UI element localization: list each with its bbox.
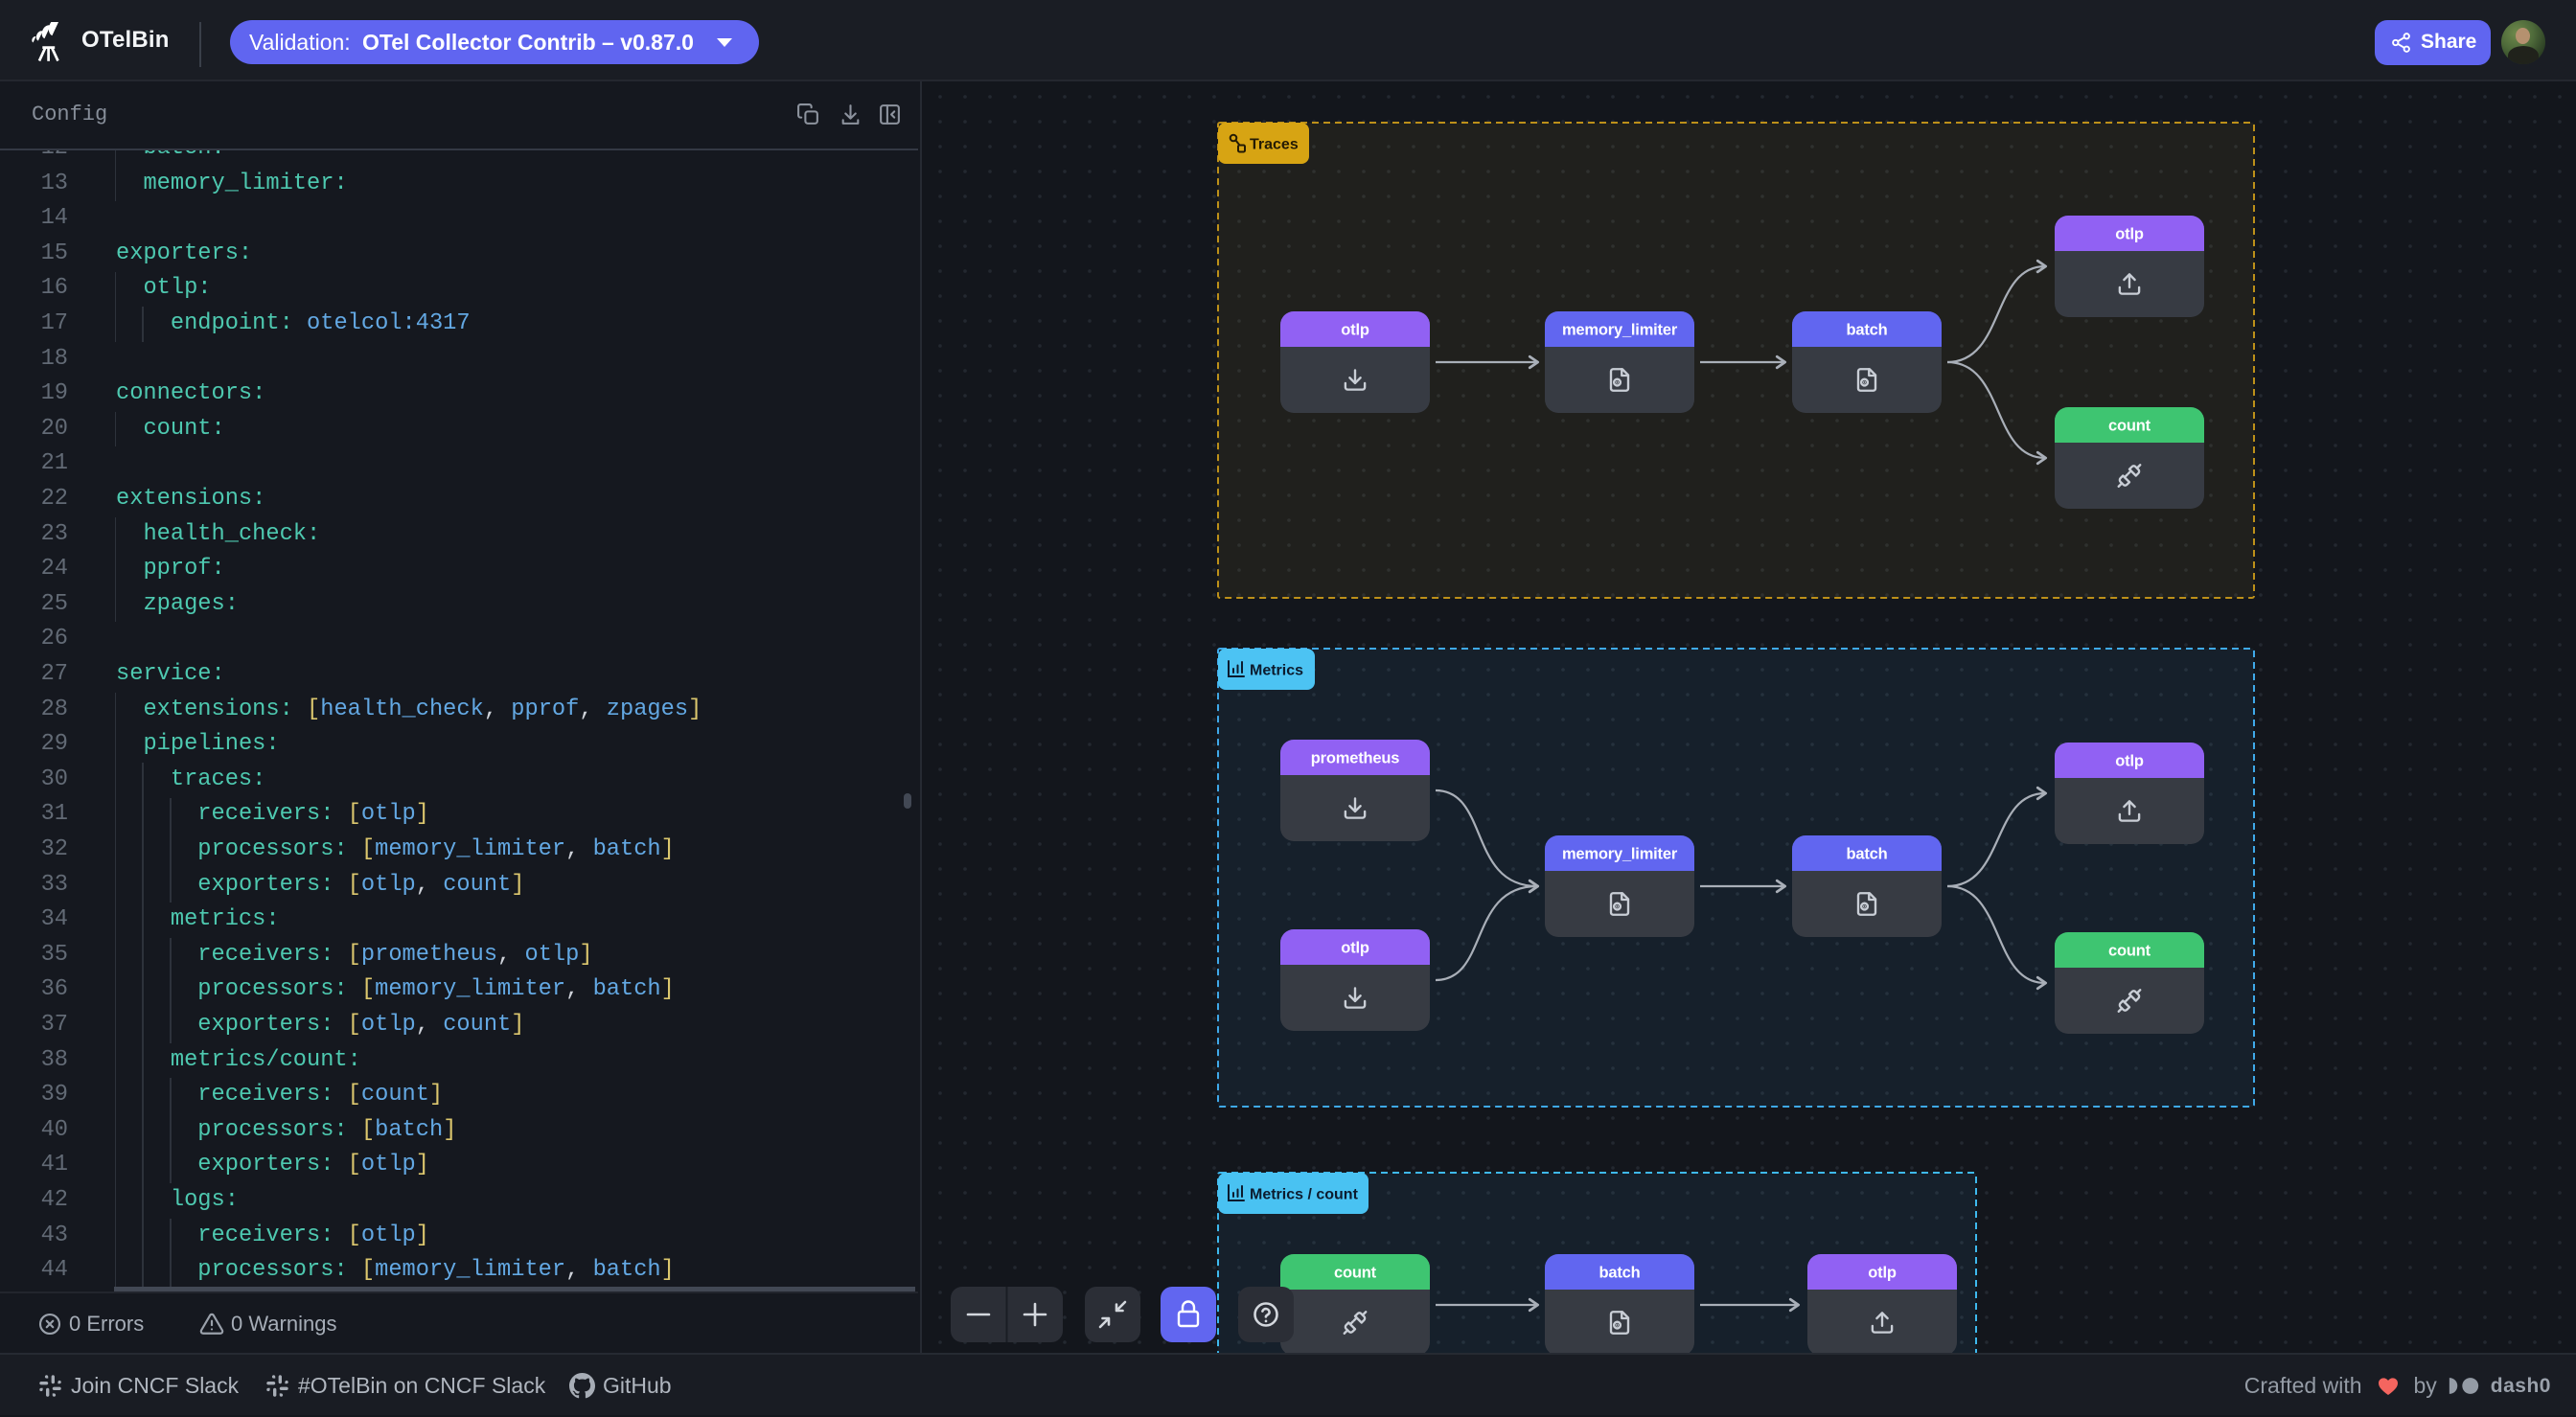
- svg-text:batch: batch: [1846, 846, 1887, 863]
- svg-text:Metrics: Metrics: [1250, 663, 1303, 679]
- svg-text:otlp: otlp: [2115, 226, 2144, 243]
- svg-text:otlp: otlp: [1868, 1265, 1897, 1282]
- svg-text:batch: batch: [1598, 1265, 1640, 1282]
- svg-text:batch: batch: [1846, 322, 1887, 339]
- svg-text:memory_limiter: memory_limiter: [1562, 846, 1678, 863]
- svg-text:Metrics / count: Metrics / count: [1250, 1187, 1359, 1203]
- svg-text:count: count: [1334, 1265, 1377, 1282]
- svg-text:count: count: [2108, 418, 2151, 435]
- svg-text:Traces: Traces: [1250, 137, 1299, 153]
- svg-text:count: count: [2108, 943, 2151, 960]
- svg-text:otlp: otlp: [1341, 940, 1369, 957]
- svg-text:otlp: otlp: [2115, 753, 2144, 770]
- svg-text:prometheus: prometheus: [1311, 750, 1399, 767]
- svg-text:otlp: otlp: [1341, 322, 1369, 339]
- svg-text:memory_limiter: memory_limiter: [1562, 322, 1678, 339]
